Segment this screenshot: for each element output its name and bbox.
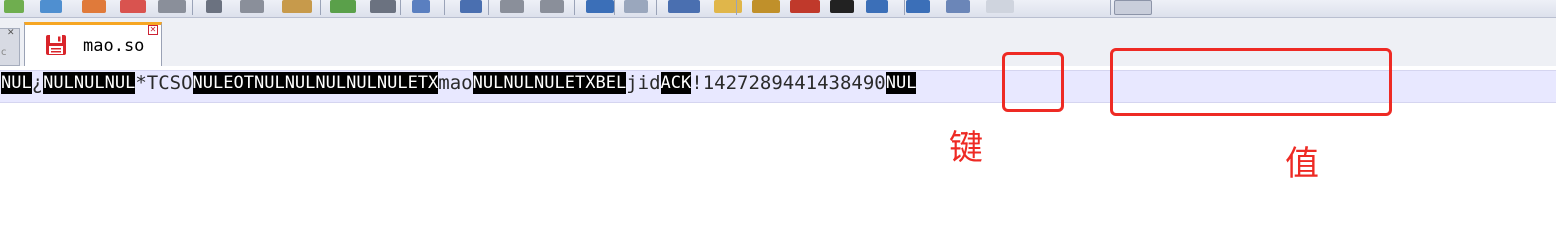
control-char-token: NUL [284,72,316,94]
control-char-token: NUL [315,72,347,94]
wrap-icon[interactable] [624,0,648,13]
control-char-token: NUL [376,72,408,94]
toolbar-separator [400,0,401,15]
text-token: 1427289441438490 [702,72,886,94]
undo-icon[interactable] [330,0,356,13]
floppy-disk-icon [46,35,66,55]
key-annotation: 键 [949,128,983,168]
control-char-token: NUL [503,72,535,94]
save-icon[interactable] [82,0,106,13]
indent-icon[interactable] [668,0,700,13]
control-char-token: NUL [253,72,285,94]
new-file-icon[interactable] [4,0,24,13]
tab-close-icon[interactable]: ✕ [148,25,158,35]
stop-icon[interactable] [830,0,854,13]
toolbar-separator [488,0,489,15]
copy-icon[interactable] [240,0,264,13]
control-char-token: NUL [472,72,504,94]
control-char-token: BEL [595,72,627,94]
panel-icon[interactable] [986,0,1014,13]
extra-panel-icon[interactable] [1114,0,1152,15]
control-char-token: NUL [885,72,917,94]
control-char-token: NUL [104,72,136,94]
toolbar-separator [656,0,657,15]
toolbar-separator [614,0,615,15]
toolbar-separator [574,0,575,15]
play-icon[interactable] [866,0,888,13]
tab-label: mao.so [83,36,145,56]
tab-stub-label: c [1,47,7,58]
tab-scroll-left[interactable]: ✕ c [0,28,20,66]
bookmark-icon[interactable] [714,0,742,13]
toolbar-separator [320,0,321,15]
control-char-token: NUL [43,72,74,94]
save-macro-icon[interactable] [946,0,970,13]
text-token: ! [691,72,703,94]
print-icon[interactable] [158,0,186,13]
text-token: mao [438,72,473,94]
control-char-token: ETX [564,72,596,94]
toolbar-separator [1110,0,1111,15]
control-char-token: NUL [192,72,224,94]
cut-icon[interactable] [206,0,222,13]
text-token: ¿ [31,72,44,94]
find-icon[interactable] [412,0,430,13]
control-char-token: EOT [223,72,254,94]
macro-icon[interactable] [752,0,780,13]
toolbar-separator [444,0,445,15]
control-char-token: ACK [660,72,692,94]
open-file-icon[interactable] [40,0,62,13]
sync-icon[interactable] [586,0,614,13]
control-char-token: ETX [407,72,439,94]
value-highlight-box [1110,48,1392,116]
key-highlight-box [1002,52,1064,112]
toolbar-separator [736,0,737,15]
zoom-in-icon[interactable] [500,0,524,13]
record-icon[interactable] [790,0,820,13]
editor-area[interactable]: NUL¿NULNULNUL*TCSONULEOTNULNULNULNULNULE… [0,48,1556,242]
replace-icon[interactable] [460,0,482,13]
text-token: jid [626,72,661,94]
value-annotation: 值 [1285,144,1319,184]
text-token: *TCSO [135,72,193,94]
close-icon[interactable]: ✕ [7,28,15,38]
control-char-token: NUL [73,72,105,94]
toolbar [0,0,1556,18]
control-char-token: NUL [1,72,32,94]
tab-file[interactable]: mao.so ✕ [24,22,162,66]
control-char-token: NUL [346,72,377,94]
toolbar-separator [904,0,905,15]
play-multi-icon[interactable] [906,0,930,13]
redo-icon[interactable] [370,0,396,13]
save-all-icon[interactable] [120,0,146,13]
control-char-token: NUL [534,72,565,94]
toolbar-separator [192,0,193,15]
zoom-out-icon[interactable] [540,0,564,13]
paste-icon[interactable] [282,0,312,13]
editor-line-1: NUL¿NULNULNUL*TCSONULEOTNULNULNULNULNULE… [1,72,917,94]
